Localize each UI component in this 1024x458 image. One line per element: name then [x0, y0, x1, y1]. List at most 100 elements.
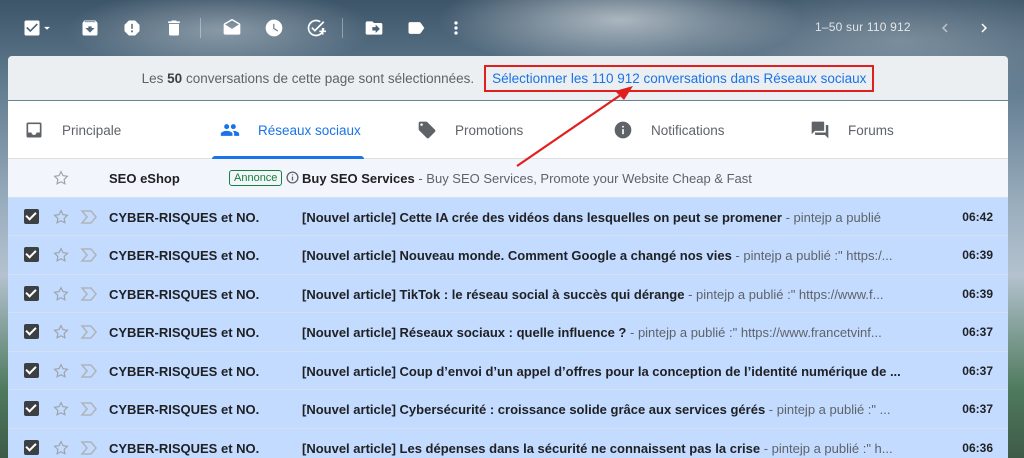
tab-notifications[interactable]: Notifications: [613, 101, 725, 159]
row-checkbox[interactable]: [24, 439, 39, 455]
important-marker-icon[interactable]: [80, 247, 98, 263]
subject: [Nouvel article] Coup d’envoi d’un appel…: [302, 363, 901, 379]
tab-label: Notifications: [651, 122, 725, 138]
timestamp: 06:42: [962, 209, 993, 224]
subject: [Nouvel article] Nouveau monde. Comment …: [302, 248, 732, 263]
row-checkbox[interactable]: [24, 401, 39, 416]
important-marker-icon[interactable]: [80, 324, 98, 340]
snippet: - pintejp a publié :" https://www.france…: [626, 325, 882, 340]
toolbar: 1–50 sur 110 912: [0, 0, 1024, 56]
tab-label: Promotions: [455, 122, 524, 138]
timestamp: 06:36: [962, 440, 993, 455]
subject-line: [Nouvel article] Les dépenses dans la sé…: [302, 441, 942, 456]
sender: CYBER-RISQUES et NO.: [109, 248, 260, 263]
label-icon[interactable]: [402, 14, 430, 42]
important-marker-icon[interactable]: [80, 401, 98, 417]
important-marker-icon[interactable]: [80, 440, 98, 456]
tab-principale[interactable]: Principale: [24, 101, 121, 159]
ad-subject-line: Buy SEO Services - Buy SEO Services, Pro…: [302, 171, 752, 186]
table-row[interactable]: CYBER-RISQUES et NO. [Nouvel article] Le…: [8, 428, 1008, 458]
table-row[interactable]: CYBER-RISQUES et NO. [Nouvel article] Ré…: [8, 313, 1008, 352]
subject-line: [Nouvel article] Cette IA crée des vidéo…: [302, 210, 942, 225]
important-marker-icon[interactable]: [80, 209, 98, 225]
ad-badge: Annonce: [229, 170, 283, 186]
more-vert-icon[interactable]: [442, 14, 470, 42]
info-icon[interactable]: [286, 171, 299, 184]
timestamp: 06:37: [962, 363, 993, 378]
toolbar-divider: [342, 18, 343, 38]
subject-line: [Nouvel article] Réseaux sociaux : quell…: [302, 325, 942, 340]
sender: CYBER-RISQUES et NO.: [109, 363, 260, 379]
ad-row[interactable]: SEO eShop Annonce Buy SEO Services - Buy…: [8, 159, 1008, 198]
timestamp: 06:39: [962, 248, 993, 262]
star-icon[interactable]: [52, 246, 70, 264]
subject-line: [Nouvel article] Cybersécurité : croissa…: [302, 402, 942, 417]
page-count: 1–50 sur 110 912: [815, 20, 911, 34]
tag-icon: [418, 121, 436, 139]
star-icon[interactable]: [52, 169, 70, 187]
snippet: - pintejp a publié: [781, 209, 881, 225]
star-icon[interactable]: [52, 285, 70, 303]
subject: [Nouvel article] Cybersécurité : croissa…: [302, 402, 766, 417]
chevron-down-icon[interactable]: [38, 14, 56, 42]
sender: SEO eShop: [109, 171, 180, 186]
subject: Buy SEO Services: [302, 171, 415, 186]
chevron-left-icon[interactable]: [933, 16, 957, 40]
inbox-icon: [26, 122, 42, 138]
add-task-icon[interactable]: [302, 14, 330, 42]
snooze-icon[interactable]: [260, 14, 288, 42]
delete-icon[interactable]: [160, 14, 188, 42]
timestamp: 06:37: [962, 325, 993, 339]
toolbar-divider: [200, 18, 201, 38]
table-row[interactable]: CYBER-RISQUES et NO. [Nouvel article] Co…: [8, 351, 1008, 390]
move-to-icon[interactable]: [360, 14, 388, 42]
selection-message-suffix: conversations de cette page sont sélecti…: [182, 70, 475, 86]
snippet: - Buy SEO Services, Promote your Website…: [414, 171, 752, 186]
star-icon[interactable]: [52, 362, 70, 380]
important-marker-icon[interactable]: [80, 286, 98, 302]
tab-label: Principale: [62, 122, 122, 138]
row-checkbox[interactable]: [24, 362, 39, 378]
forum-icon: [811, 121, 829, 139]
snippet: - pintejp a publié :" h...: [760, 440, 893, 456]
info-icon: [614, 121, 632, 139]
selection-message: Les 50 conversations de cette page sont …: [142, 71, 475, 86]
row-checkbox[interactable]: [24, 324, 39, 339]
table-row[interactable]: CYBER-RISQUES et NO. [Nouvel article] Ti…: [8, 274, 1008, 313]
selection-banner: Les 50 conversations de cette page sont …: [8, 56, 1008, 100]
star-icon[interactable]: [52, 400, 70, 418]
tab-promotions[interactable]: Promotions: [417, 101, 523, 159]
subject-line: [Nouvel article] Nouveau monde. Comment …: [302, 248, 942, 263]
row-checkbox[interactable]: [24, 247, 39, 262]
tab-forums[interactable]: Forums: [810, 101, 894, 159]
sender: CYBER-RISQUES et NO.: [109, 209, 260, 225]
snippet: - pintejp a publié :" https://www.f...: [684, 286, 884, 302]
sender: CYBER-RISQUES et NO.: [109, 286, 260, 302]
tab-reseaux-sociaux[interactable]: Réseaux sociaux: [220, 101, 361, 159]
row-checkbox[interactable]: [24, 285, 39, 301]
row-checkbox[interactable]: [24, 208, 39, 224]
star-icon[interactable]: [52, 208, 70, 226]
table-row[interactable]: CYBER-RISQUES et NO. [Nouvel article] Cy…: [8, 390, 1008, 429]
table-row[interactable]: CYBER-RISQUES et NO. [Nouvel article] Ce…: [8, 197, 1008, 236]
sender: CYBER-RISQUES et NO.: [109, 402, 260, 417]
subject-line: [Nouvel article] TikTok : le réseau soci…: [302, 287, 942, 302]
subject: [Nouvel article] Réseaux sociaux : quell…: [302, 325, 627, 340]
important-marker-icon[interactable]: [80, 363, 98, 379]
star-icon[interactable]: [52, 439, 70, 457]
mark-read-icon[interactable]: [218, 14, 246, 42]
table-row[interactable]: CYBER-RISQUES et NO. [Nouvel article] No…: [8, 236, 1008, 275]
message-rows: SEO eShop Annonce Buy SEO Services - Buy…: [8, 159, 1008, 458]
subject: [Nouvel article] Les dépenses dans la sé…: [302, 440, 761, 456]
report-spam-icon[interactable]: [118, 14, 146, 42]
message-list-panel: Principale Réseaux sociaux Promotions No…: [8, 101, 1008, 458]
select-all-conversations-link[interactable]: Sélectionner les 110 912 conversations d…: [484, 64, 875, 92]
subject: [Nouvel article] TikTok : le réseau soci…: [302, 286, 685, 302]
archive-icon[interactable]: [76, 14, 104, 42]
star-icon[interactable]: [52, 323, 70, 341]
subject: [Nouvel article] Cette IA crée des vidéo…: [302, 209, 782, 225]
category-tabs: Principale Réseaux sociaux Promotions No…: [8, 101, 1008, 159]
chevron-right-icon[interactable]: [972, 16, 996, 40]
timestamp: 06:37: [962, 402, 993, 416]
sender: CYBER-RISQUES et NO.: [109, 325, 260, 340]
